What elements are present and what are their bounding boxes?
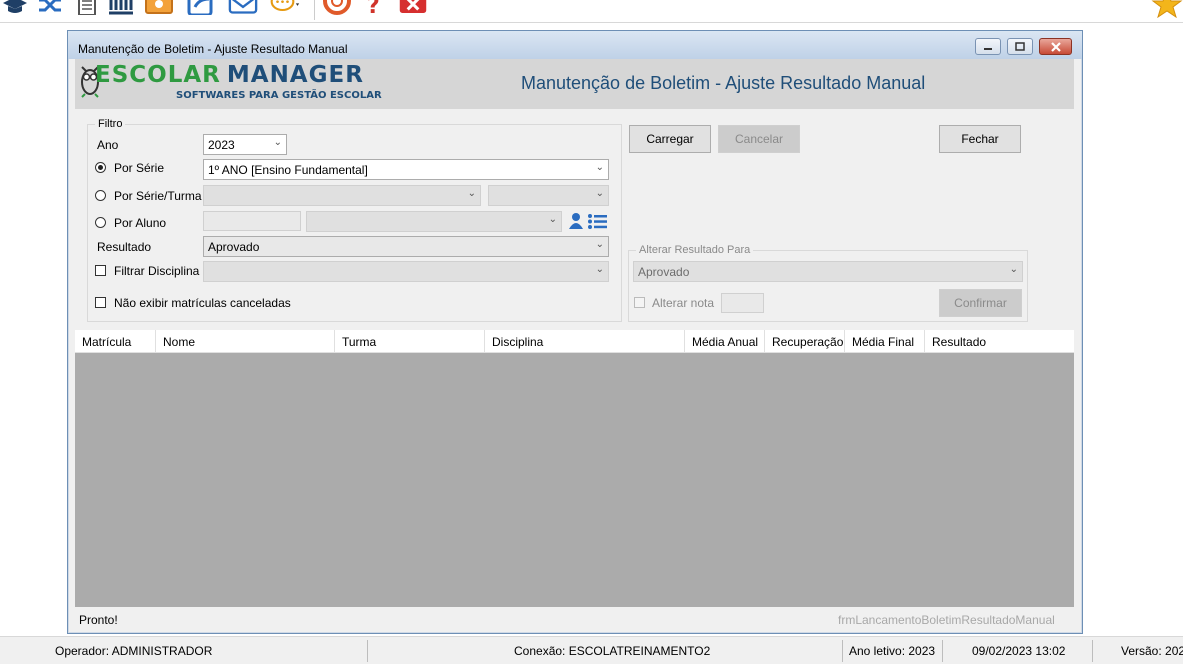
minimize-button[interactable] <box>975 38 1001 55</box>
page-title: Manutenção de Boletim - Ajuste Resultado… <box>521 73 926 93</box>
close-window-button[interactable] <box>1039 38 1072 55</box>
column-header-resultado[interactable]: Resultado <box>925 330 1074 352</box>
operador-text: Operador: ADMINISTRADOR <box>55 644 213 658</box>
alterar-nota-label: Alterar nota <box>652 296 715 310</box>
window-titlebar: Manutenção de Boletim - Ajuste Resultado… <box>68 31 1082 59</box>
chat-icon[interactable] <box>270 0 300 19</box>
favorite-star-icon[interactable] <box>1150 0 1183 20</box>
graduation-cap-icon[interactable] <box>0 0 30 19</box>
carregar-button[interactable]: Carregar <box>629 125 711 153</box>
nao-exibir-canceladas-checkbox[interactable] <box>95 297 106 308</box>
logo-part-escolar: ESCOLAR <box>95 62 221 88</box>
filtrar-disciplina-checkbox[interactable] <box>95 265 106 276</box>
ano-letivo-text: Ano letivo: 2023 <box>849 644 936 658</box>
chevron-down-icon: ⌄ <box>595 264 604 275</box>
list-icon[interactable] <box>588 214 608 229</box>
safe-icon[interactable] <box>144 0 174 19</box>
window-title: Manutenção de Boletim - Ajuste Resultado… <box>78 42 348 56</box>
status-separator <box>367 640 368 662</box>
close-app-icon[interactable] <box>398 0 428 19</box>
por-serie-turma-radio[interactable] <box>95 190 106 201</box>
versao-text: Versão: 2023 <box>1121 644 1183 658</box>
ano-select[interactable]: 2023 ⌄ <box>203 134 287 155</box>
status-text: Pronto! <box>79 613 118 627</box>
main-toolbar: ? <box>0 0 1183 23</box>
disciplina-select[interactable]: ⌄ <box>203 261 609 282</box>
por-serie-label: Por Série <box>114 161 165 175</box>
alterar-resultado-label: Alterar Resultado Para <box>636 244 754 256</box>
document-icon[interactable] <box>72 0 102 19</box>
maximize-icon <box>1015 42 1025 51</box>
close-icon <box>1050 41 1061 52</box>
column-header-matricula[interactable]: Matrícula <box>75 330 156 352</box>
logo-part-manager: MANAGER <box>226 62 364 88</box>
logo-wordmark: ESCOLAR MANAGER <box>95 62 364 88</box>
nota-input[interactable] <box>721 293 764 313</box>
status-separator <box>842 640 843 662</box>
alterar-nota-checkbox[interactable] <box>634 297 645 308</box>
grid-header: Matrícula Nome Turma Disciplina Média An… <box>75 330 1074 353</box>
ano-label: Ano <box>97 138 119 152</box>
results-grid[interactable]: Matrícula Nome Turma Disciplina Média An… <box>75 330 1074 607</box>
chevron-down-icon: ⌄ <box>548 214 557 225</box>
status-separator <box>1092 640 1093 662</box>
column-header-media-anual[interactable]: Média Anual <box>685 330 765 352</box>
por-aluno-label: Por Aluno <box>114 216 167 230</box>
status-separator <box>942 640 943 662</box>
aluno-select[interactable]: ⌄ <box>306 211 562 232</box>
toolbar-separator <box>314 0 315 20</box>
resultado-select-value: Aprovado <box>208 240 260 254</box>
serie-select-value: 1º ANO [Ensino Fundamental] <box>208 163 368 177</box>
share-icon[interactable] <box>186 0 216 19</box>
por-serie-radio[interactable] <box>95 162 106 173</box>
datetime-text: 09/02/2023 13:02 <box>972 644 1066 658</box>
chevron-down-icon: ⌄ <box>595 162 604 173</box>
turma-select[interactable]: ⌄ <box>488 185 609 206</box>
filtrar-disciplina-label: Filtrar Disciplina <box>114 264 200 278</box>
filter-group-label: Filtro <box>95 118 126 130</box>
minimize-icon <box>984 47 992 50</box>
mail-icon[interactable] <box>228 0 258 19</box>
nao-exibir-canceladas-label: Não exibir matrículas canceladas <box>114 296 291 310</box>
bank-icon[interactable] <box>106 0 136 19</box>
form-name-text: frmLancamentoBoletimResultadoManual <box>838 613 1055 627</box>
window-status-bar: Pronto! frmLancamentoBoletimResultadoMan… <box>75 608 1074 630</box>
chevron-down-icon: ⌄ <box>595 239 604 250</box>
help-icon[interactable]: ? <box>360 0 390 19</box>
logo-tagline: SOFTWARES PARA GESTÃO ESCOLAR <box>176 90 382 101</box>
lifebuoy-icon[interactable] <box>322 0 352 19</box>
por-serie-turma-label: Por Série/Turma <box>114 189 202 203</box>
serie-select[interactable]: 1º ANO [Ensino Fundamental] ⌄ <box>203 159 609 180</box>
ano-select-value: 2023 <box>208 138 235 152</box>
por-aluno-radio[interactable] <box>95 217 106 228</box>
aluno-code-input[interactable] <box>203 211 301 231</box>
resultado-label: Resultado <box>97 240 152 254</box>
chevron-down-icon: ⌄ <box>273 137 282 148</box>
svg-text:?: ? <box>367 0 380 16</box>
column-header-nome[interactable]: Nome <box>156 330 335 352</box>
chevron-down-icon: ⌄ <box>467 188 476 199</box>
column-header-turma[interactable]: Turma <box>335 330 485 352</box>
alterar-resultado-value: Aprovado <box>638 265 690 279</box>
chevron-down-icon: ⌄ <box>595 188 604 199</box>
serie-turma-select[interactable]: ⌄ <box>203 185 481 206</box>
fechar-button[interactable]: Fechar <box>939 125 1021 153</box>
user-icon[interactable] <box>568 212 584 230</box>
conexao-text: Conexão: ESCOLATREINAMENTO2 <box>514 644 711 658</box>
column-header-recuperacao[interactable]: Recuperação <box>765 330 845 352</box>
alterar-resultado-select[interactable]: Aprovado ⌄ <box>633 261 1023 282</box>
boletim-window: Manutenção de Boletim - Ajuste Resultado… <box>67 30 1083 634</box>
column-header-disciplina[interactable]: Disciplina <box>485 330 685 352</box>
shuffle-icon[interactable] <box>36 0 66 19</box>
maximize-button[interactable] <box>1007 38 1033 55</box>
chevron-down-icon: ⌄ <box>1009 264 1018 275</box>
app-status-bar: Operador: ADMINISTRADOR Conexão: ESCOLAT… <box>0 636 1183 664</box>
column-header-media-final[interactable]: Média Final <box>845 330 925 352</box>
header-banner: ESCOLAR MANAGER SOFTWARES PARA GESTÃO ESC… <box>75 59 1074 109</box>
cancelar-button[interactable]: Cancelar <box>718 125 800 153</box>
confirmar-button[interactable]: Confirmar <box>939 289 1022 317</box>
resultado-select[interactable]: Aprovado ⌄ <box>203 236 609 257</box>
